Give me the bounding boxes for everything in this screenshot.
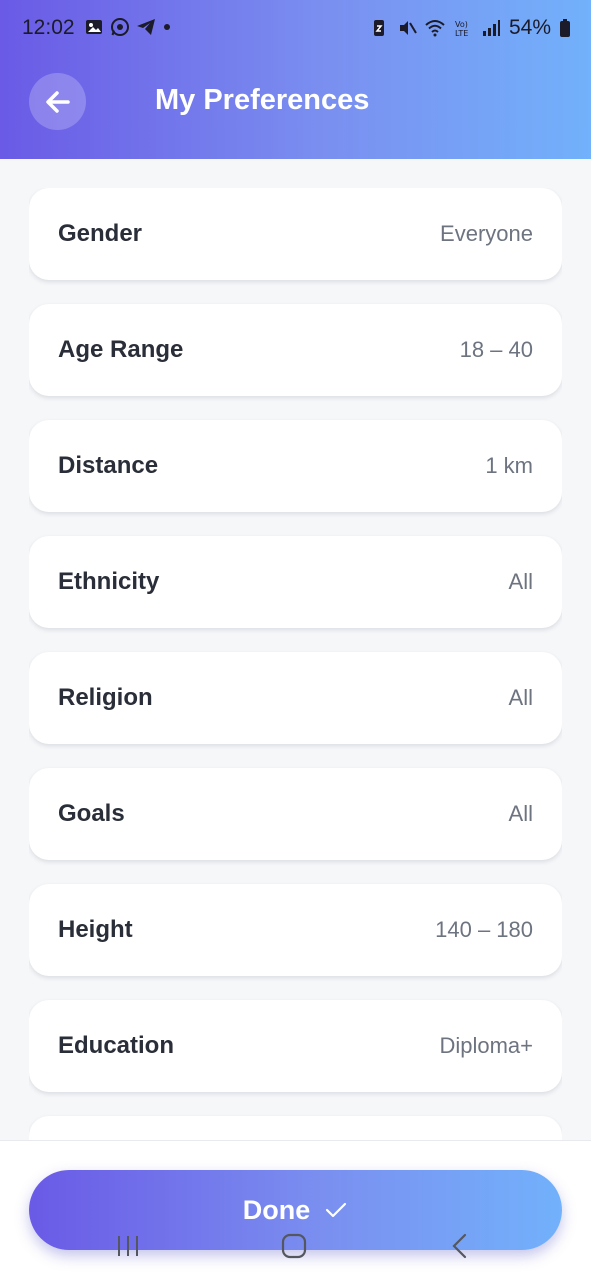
status-right-icons: Vo) LTE 54% xyxy=(369,16,571,40)
preference-goals[interactable]: Goals All xyxy=(29,768,562,860)
telegram-icon xyxy=(137,19,155,35)
preference-distance[interactable]: Distance 1 km xyxy=(29,420,562,512)
preference-education[interactable]: Education Diploma+ xyxy=(29,1000,562,1092)
preference-label: Ethnicity xyxy=(58,568,160,595)
preference-value: 140 – 180 xyxy=(435,917,533,942)
preference-value: 1 km xyxy=(485,453,533,478)
preference-age-range[interactable]: Age Range 18 – 40 xyxy=(29,304,562,396)
battery-saver-icon xyxy=(373,20,384,36)
arrow-left-icon xyxy=(45,90,70,113)
preference-height[interactable]: Height 140 – 180 xyxy=(29,884,562,976)
preference-value: All xyxy=(508,801,533,826)
volte-icon: Vo)LTE xyxy=(455,20,468,38)
battery-percent: 54% xyxy=(508,16,551,39)
preference-next[interactable] xyxy=(29,1116,562,1140)
preference-religion[interactable]: Religion All xyxy=(29,652,562,744)
status-bar: 12:02 Vo) LTE 54% xyxy=(0,0,591,56)
status-left-icons xyxy=(84,17,172,37)
preference-gender[interactable]: Gender Everyone xyxy=(29,188,562,280)
check-icon xyxy=(326,1202,347,1218)
dot-icon xyxy=(164,24,170,30)
preferences-list[interactable]: Gender Everyone Age Range 18 – 40 Distan… xyxy=(29,188,562,1140)
wifi-icon xyxy=(425,20,445,37)
recents-icon[interactable] xyxy=(116,1234,140,1258)
home-icon[interactable] xyxy=(281,1233,307,1259)
preference-value: All xyxy=(508,569,533,594)
preference-label: Religion xyxy=(58,684,153,711)
preference-label: Distance xyxy=(58,452,159,479)
gallery-icon xyxy=(86,20,102,34)
preference-label: Education xyxy=(58,1032,175,1059)
preference-label: Gender xyxy=(58,220,143,247)
page-title: My Preferences xyxy=(155,84,370,116)
mute-icon xyxy=(399,21,417,35)
preference-label: Height xyxy=(58,916,133,943)
preference-label: Goals xyxy=(58,800,125,827)
whatsapp-icon xyxy=(111,18,129,36)
system-nav-bar xyxy=(0,1222,591,1268)
preference-value: 18 – 40 xyxy=(459,337,533,362)
preference-value: Diploma+ xyxy=(439,1033,533,1058)
battery-icon xyxy=(560,19,570,37)
nav-back-icon[interactable] xyxy=(450,1233,470,1259)
preference-value: All xyxy=(508,685,533,710)
back-button[interactable] xyxy=(29,73,86,130)
svg-text:LTE: LTE xyxy=(455,29,468,38)
status-time: 12:02 xyxy=(22,16,75,39)
preference-label: Age Range xyxy=(58,336,184,363)
preference-value: Everyone xyxy=(440,221,533,246)
header: 12:02 Vo) LTE 54% My Preferences xyxy=(0,0,591,159)
done-label: Done xyxy=(242,1194,311,1225)
svg-text:Vo): Vo) xyxy=(455,20,468,29)
signal-icon xyxy=(482,20,500,36)
preference-ethnicity[interactable]: Ethnicity All xyxy=(29,536,562,628)
